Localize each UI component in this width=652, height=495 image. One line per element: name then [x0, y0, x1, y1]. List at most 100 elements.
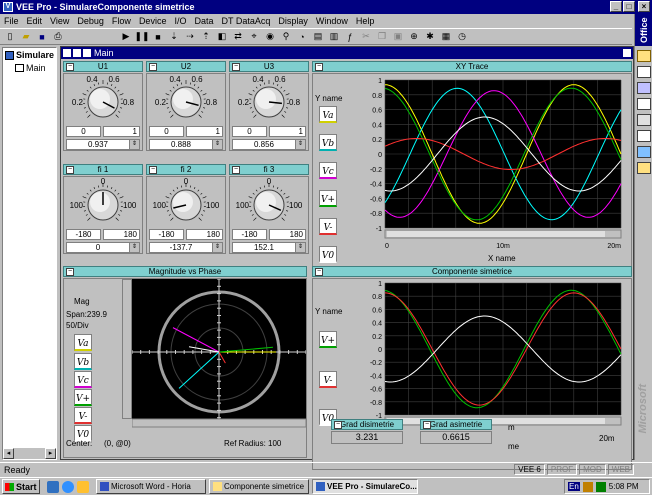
- quicklaunch-icon[interactable]: [47, 480, 59, 493]
- minimize-button[interactable]: −: [334, 421, 342, 429]
- menu-item-debug[interactable]: Debug: [77, 16, 104, 26]
- range-min[interactable]: -180: [66, 229, 101, 240]
- taskbar-task[interactable]: Componente simetrice: [209, 479, 309, 494]
- legend-button[interactable]: Va: [74, 334, 92, 351]
- taskbar-task[interactable]: VEE Pro - SimulareCo...: [312, 479, 418, 494]
- instrument-manager-icon[interactable]: ▥: [327, 30, 341, 44]
- window-icon[interactable]: [73, 49, 81, 57]
- range-max[interactable]: 180: [269, 229, 306, 240]
- range-min[interactable]: -180: [149, 229, 184, 240]
- line-probe-icon[interactable]: ⌖: [247, 30, 261, 44]
- office-app-icon[interactable]: [637, 162, 651, 174]
- legend-button[interactable]: V+: [319, 190, 337, 207]
- watch-icon[interactable]: ◔: [295, 30, 309, 44]
- taskbar-task[interactable]: Microsoft Word - Horia: [96, 479, 206, 494]
- language-indicator[interactable]: En: [568, 482, 580, 491]
- legend-button[interactable]: Vc: [74, 371, 92, 388]
- office-app-icon[interactable]: [637, 146, 651, 158]
- explorer-scrollbar[interactable]: ◂ ▸: [3, 448, 56, 459]
- menu-item-help[interactable]: Help: [356, 16, 375, 26]
- outlook-icon[interactable]: [77, 480, 89, 493]
- range-max[interactable]: 1: [103, 126, 140, 137]
- minimize-button[interactable]: −: [232, 166, 240, 174]
- office-app-icon[interactable]: [637, 66, 651, 78]
- properties-icon[interactable]: ▤: [311, 30, 325, 44]
- pause-icon[interactable]: ❚❚: [134, 30, 149, 44]
- minimize-button[interactable]: −: [315, 268, 323, 276]
- start-button[interactable]: Start: [2, 479, 40, 494]
- copy-icon[interactable]: ❐: [375, 30, 389, 44]
- v-scrollbar[interactable]: [122, 279, 132, 419]
- minimize-button[interactable]: −: [149, 63, 157, 71]
- open-folder-icon[interactable]: ▰: [19, 30, 33, 44]
- tree-item-main[interactable]: Main: [3, 62, 56, 74]
- office-app-icon[interactable]: [637, 50, 651, 62]
- range-max[interactable]: 1: [186, 126, 223, 137]
- function-icon[interactable]: ƒ: [343, 30, 357, 44]
- legend-button[interactable]: Vb: [319, 134, 337, 151]
- menu-item-view[interactable]: View: [50, 16, 69, 26]
- tray-icon[interactable]: [582, 481, 593, 492]
- menu-item-flow[interactable]: Flow: [112, 16, 131, 26]
- minimize-button[interactable]: −: [232, 63, 240, 71]
- office-app-icon[interactable]: [637, 114, 651, 126]
- cut-icon[interactable]: ✂: [359, 30, 373, 44]
- range-max[interactable]: 1: [269, 126, 306, 137]
- new-file-icon[interactable]: ▯: [3, 30, 17, 44]
- print-icon[interactable]: ⎙: [51, 30, 65, 44]
- data-flow-icon[interactable]: ⇄: [231, 30, 245, 44]
- value-field[interactable]: 0 ⇕: [66, 242, 140, 253]
- show-exec-icon[interactable]: ◉: [263, 30, 277, 44]
- window-menu-icon[interactable]: [63, 49, 71, 57]
- binoculars-icon[interactable]: ⚲: [279, 30, 293, 44]
- knob[interactable]: 0 100 100: [64, 177, 142, 229]
- step-into-icon[interactable]: ⇣: [167, 30, 181, 44]
- range-min[interactable]: 0: [66, 126, 101, 137]
- minimize-button[interactable]: −: [66, 63, 74, 71]
- spinner-icon[interactable]: ⇕: [212, 243, 222, 252]
- knob[interactable]: 0.4 0.6 0.2 0.8: [230, 74, 308, 126]
- legend-button[interactable]: Vb: [74, 353, 92, 370]
- paste-icon[interactable]: ▣: [391, 30, 405, 44]
- tray-icon[interactable]: [595, 481, 606, 492]
- office-app-icon[interactable]: [637, 130, 651, 142]
- minimize-button[interactable]: −: [149, 166, 157, 174]
- range-max[interactable]: 180: [186, 229, 223, 240]
- legend-button[interactable]: V+: [319, 331, 337, 348]
- menu-item-display[interactable]: Display: [278, 16, 308, 26]
- run-icon[interactable]: ▶: [119, 30, 133, 44]
- value-field[interactable]: 0.856 ⇕: [232, 139, 306, 150]
- spinner-icon[interactable]: ⇕: [129, 140, 139, 149]
- step-over-icon[interactable]: ⇢: [183, 30, 197, 44]
- menu-item-dtdataacq[interactable]: DT DataAcq: [221, 16, 270, 26]
- minimize-button[interactable]: −: [66, 268, 74, 276]
- legend-button[interactable]: V-: [319, 371, 337, 388]
- menu-item-io[interactable]: I/O: [174, 16, 186, 26]
- spinner-icon[interactable]: ⇕: [295, 243, 305, 252]
- ie-icon[interactable]: [62, 480, 74, 493]
- range-min[interactable]: 0: [232, 126, 267, 137]
- stop-icon[interactable]: ■: [151, 30, 165, 44]
- window-maximize-button[interactable]: [623, 49, 631, 57]
- knob[interactable]: 0.4 0.6 0.2 0.8: [64, 74, 142, 126]
- knob[interactable]: 0.4 0.6 0.2 0.8: [147, 74, 225, 126]
- menu-item-edit[interactable]: Edit: [27, 16, 43, 26]
- minimize-button[interactable]: _: [610, 1, 622, 12]
- step-out-icon[interactable]: ⇡: [199, 30, 213, 44]
- breakpoint-icon[interactable]: ◧: [215, 30, 229, 44]
- spinner-icon[interactable]: ⇕: [295, 140, 305, 149]
- range-min[interactable]: 0: [149, 126, 184, 137]
- menu-item-file[interactable]: File: [4, 16, 19, 26]
- legend-button[interactable]: V-: [319, 218, 337, 235]
- legend-button[interactable]: V0: [319, 246, 337, 263]
- minimize-button[interactable]: −: [423, 421, 431, 429]
- save-icon[interactable]: ■: [35, 30, 49, 44]
- legend-button[interactable]: V+: [74, 389, 92, 406]
- value-field[interactable]: 0.937 ⇕: [66, 139, 140, 150]
- value-field[interactable]: -137.7 ⇕: [149, 242, 223, 253]
- range-min[interactable]: -180: [232, 229, 267, 240]
- clock-icon[interactable]: ◷: [455, 30, 469, 44]
- spinner-icon[interactable]: ⇕: [212, 140, 222, 149]
- range-max[interactable]: 180: [103, 229, 140, 240]
- window-icon[interactable]: [83, 49, 91, 57]
